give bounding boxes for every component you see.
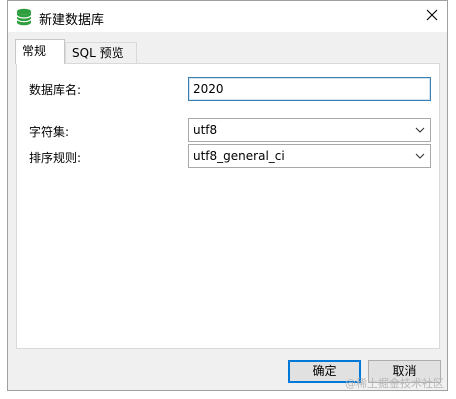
close-button[interactable] [417, 1, 447, 31]
database-icon [16, 8, 32, 26]
window-title: 新建数据库 [39, 13, 105, 28]
tab-general[interactable]: 常规 [15, 39, 65, 64]
charset-value: utf8 [193, 123, 218, 137]
collation-label: 排序规则: [29, 151, 82, 165]
watermark-text: @稀土掘金技术社区 [345, 377, 444, 390]
title-bar: 新建数据库 [8, 1, 447, 32]
chevron-down-icon [414, 150, 426, 162]
db-name-input[interactable] [188, 77, 431, 101]
new-database-dialog: 新建数据库 常规 SQL 预览 数据库名: 字符集: utf8 排序规则: [7, 0, 448, 391]
tab-sql-preview[interactable]: SQL 预览 [65, 42, 137, 64]
collation-value: utf8_general_ci [193, 149, 285, 163]
chevron-down-icon [414, 124, 426, 136]
charset-select[interactable]: utf8 [188, 118, 431, 142]
db-name-label: 数据库名: [29, 83, 82, 97]
general-panel: 数据库名: 字符集: utf8 排序规则: utf8_general_ci [16, 63, 440, 349]
collation-select[interactable]: utf8_general_ci [188, 144, 431, 168]
close-icon [426, 9, 438, 24]
charset-label: 字符集: [29, 125, 70, 139]
